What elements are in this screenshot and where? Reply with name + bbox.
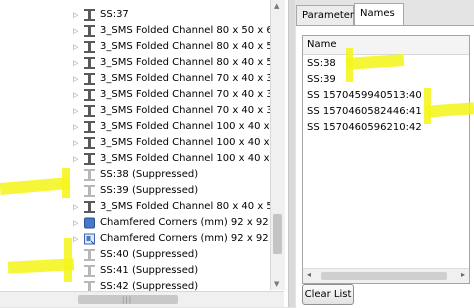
scroll-right-arrow-icon[interactable]: ▸ — [461, 270, 465, 279]
tree-node-label: Chamfered Corners (mm) 92 x 92 x — [100, 233, 278, 244]
highlight-mark — [62, 168, 70, 198]
clear-list-button[interactable]: Clear List — [302, 284, 354, 305]
names-list-scroll-thumb[interactable] — [321, 272, 447, 280]
pane-splitter[interactable] — [288, 0, 295, 307]
names-list[interactable]: Name SS:38 SS:39 SS 1570459940513:40 SS 157… — [302, 35, 470, 284]
expand-arrow-icon[interactable]: ▷ — [73, 151, 80, 167]
names-list-rows: SS:38 SS:39 SS 1570459940513:40 SS 15704605… — [307, 56, 467, 136]
names-panel: Name SS:38 SS:39 SS 1570459940513:40 SS 157… — [296, 25, 474, 308]
ibeam-icon — [84, 41, 95, 53]
ibeam-icon — [84, 121, 95, 133]
ibeam-icon — [84, 25, 95, 37]
tree-node-label: 3_SMS Folded Channel 80 x 40 x 5 : — [100, 201, 280, 212]
ibeam-icon — [84, 105, 95, 117]
highlight-mark — [424, 88, 431, 124]
tree-vertical-scrollbar[interactable]: ▲ ▼ — [270, 0, 285, 290]
list-column-header[interactable]: Name — [303, 36, 469, 55]
expand-arrow-icon[interactable]: ▷ — [73, 55, 80, 71]
highlight-mark — [64, 238, 72, 282]
tree-node-label: 3_SMS Folded Channel 80 x 40 x 5 : — [100, 41, 280, 52]
tab-names[interactable]: Names — [354, 3, 404, 26]
tree-node-label: 3_SMS Folded Channel 80 x 50 x 6 : — [100, 25, 280, 36]
ibeam-icon — [84, 201, 95, 213]
expand-arrow-icon[interactable]: ▷ — [73, 7, 80, 23]
tree-node[interactable]: ▷ Chamfered Corners (mm) 92 x 92 x — [0, 215, 280, 231]
tree-node-label: 3_SMS Folded Channel 70 x 40 x 3 : — [100, 105, 280, 116]
highlight-mark — [346, 48, 353, 82]
tree-node-label: SS:40 (Suppressed) — [100, 249, 199, 260]
tab-bar: Parameters Names — [294, 0, 474, 26]
tree-node[interactable]: ▷ 3_SMS Folded Channel 80 x 40 x 5 : — [0, 199, 280, 215]
tree-node-label: SS:41 (Suppressed) — [100, 265, 199, 276]
list-item[interactable]: SS:39 — [307, 72, 467, 88]
tree-node-label: 3_SMS Folded Channel 80 x 40 x 5 : — [100, 57, 280, 68]
tree-node-label: SS:38 (Suppressed) — [100, 169, 199, 180]
column-header-name: Name — [307, 39, 337, 50]
expand-arrow-icon[interactable]: ▷ — [73, 103, 80, 119]
ibeam-icon — [84, 89, 95, 101]
ibeam-icon — [84, 9, 95, 21]
tree-node-label: Chamfered Corners (mm) 92 x 92 x — [100, 217, 278, 228]
tree-node[interactable]: ▷ Chamfered Corners (mm) 92 x 92 x — [0, 231, 280, 247]
tree-horizontal-scrollbar[interactable]: ||| — [0, 291, 284, 307]
scroll-down-arrow-icon[interactable]: ▼ — [274, 280, 279, 288]
expand-arrow-icon[interactable]: ▷ — [73, 231, 80, 247]
list-item[interactable]: SS 1570459940513:40 — [307, 88, 467, 104]
ibeam-icon — [84, 153, 95, 165]
tree-node[interactable]: ▷ 3_SMS Folded Channel 70 x 40 x 3 : — [0, 87, 280, 103]
ibeam-suppressed-icon — [84, 249, 95, 261]
ibeam-suppressed-icon — [84, 265, 95, 277]
scroll-left-arrow-icon[interactable]: ◂ — [307, 270, 311, 279]
tree-node[interactable]: ▷ 3_SMS Folded Channel 70 x 40 x 3 : — [0, 71, 280, 87]
tree-node[interactable]: ▷ SS:37 — [0, 7, 280, 23]
ibeam-suppressed-icon — [84, 169, 95, 181]
tree-node[interactable]: ▷ 3_SMS Folded Channel 80 x 50 x 6 : — [0, 23, 280, 39]
tree-node-label: SS:39 (Suppressed) — [100, 185, 199, 196]
scroll-grip-icon: ||| — [122, 296, 133, 304]
ibeam-suppressed-icon — [84, 185, 95, 197]
tree-node-label: 3_SMS Folded Channel 100 x 40 x 5 — [100, 153, 280, 164]
expand-arrow-icon[interactable]: ▷ — [73, 87, 80, 103]
expand-arrow-icon[interactable]: ▷ — [73, 135, 80, 151]
expand-arrow-icon[interactable]: ▷ — [73, 119, 80, 135]
ibeam-icon — [84, 73, 95, 85]
tree-node[interactable]: ▷ 3_SMS Folded Channel 100 x 40 x 5 — [0, 135, 280, 151]
tree-node[interactable]: ▷ 3_SMS Folded Channel 100 x 40 x 5 — [0, 119, 280, 135]
tree-node[interactable]: ▷ 3_SMS Folded Channel 100 x 40 x 5 — [0, 151, 280, 167]
tree-node-label: 3_SMS Folded Channel 100 x 40 x 5 — [100, 121, 280, 132]
list-item[interactable]: SS 1570460596210:42 — [307, 120, 467, 136]
tree-node-label: 3_SMS Folded Channel 70 x 40 x 3 : — [100, 73, 280, 84]
ibeam-icon — [84, 137, 95, 149]
expand-arrow-icon[interactable]: ▷ — [73, 215, 80, 231]
tab-parameters[interactable]: Parameters — [296, 5, 359, 25]
feature-tree: ▷ SS:37 ▷ 3_SMS Folded Channel 80 x 50 x 6 … — [0, 7, 280, 295]
names-list-horizontal-scrollbar[interactable]: ◂ ▸ — [303, 268, 469, 283]
expand-arrow-icon[interactable]: ▷ — [73, 23, 80, 39]
chamfer-feature-icon — [84, 217, 95, 229]
scroll-up-arrow-icon[interactable]: ▲ — [274, 2, 279, 10]
tree-vertical-scroll-thumb[interactable] — [273, 214, 282, 254]
expand-arrow-icon[interactable]: ▷ — [73, 71, 80, 87]
tree-node[interactable]: ▷ 3_SMS Folded Channel 80 x 40 x 5 : — [0, 55, 280, 71]
tree-node[interactable]: ▷ 3_SMS Folded Channel 70 x 40 x 3 : — [0, 103, 280, 119]
tree-node-label: 3_SMS Folded Channel 70 x 40 x 3 : — [100, 89, 280, 100]
ibeam-icon — [84, 57, 95, 69]
tree-node[interactable]: ▷ 3_SMS Folded Channel 80 x 40 x 5 : — [0, 39, 280, 55]
chamfer-part-icon — [84, 233, 95, 245]
tree-node-label: 3_SMS Folded Channel 100 x 40 x 5 — [100, 137, 280, 148]
expand-arrow-icon[interactable]: ▷ — [73, 39, 80, 55]
expand-arrow-icon[interactable]: ▷ — [73, 199, 80, 215]
tree-node-label: SS:37 — [100, 9, 129, 20]
